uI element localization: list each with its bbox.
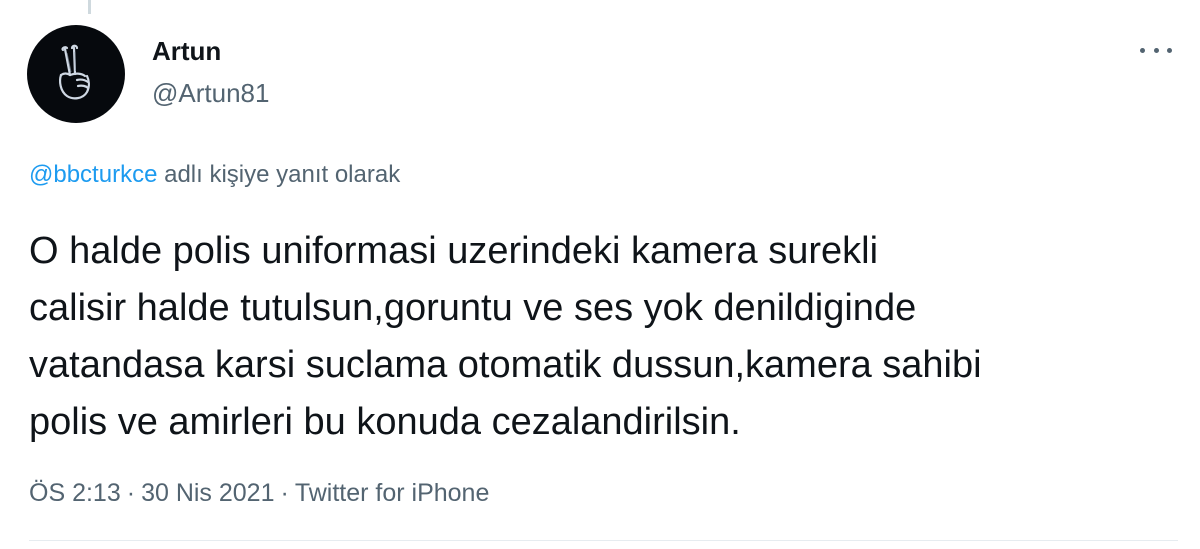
author-display-name[interactable]: Artun [152, 36, 221, 66]
more-dot [1167, 47, 1172, 53]
more-dot [1153, 47, 1159, 53]
reply-mention-link[interactable]: @bbcturkce [29, 161, 157, 188]
reply-context: @bbcturkce adlı kişiye yanıt olarak [29, 160, 400, 190]
more-options-icon[interactable] [1134, 36, 1178, 64]
tweet-date[interactable]: 30 Nis 2021 [141, 479, 274, 507]
avatar[interactable] [27, 25, 125, 123]
tweet-source[interactable]: Twitter for iPhone [295, 479, 490, 507]
thread-connector-line [88, 0, 91, 14]
tweet-text: O halde polis uniformasi uzerindeki kame… [29, 230, 982, 443]
tweet-metadata: ÖS 2:13 · 30 Nis 2021 · Twitter for iPhone [29, 478, 489, 508]
divider [29, 540, 1178, 541]
reply-context-label: adlı kişiye yanıt olarak [157, 161, 401, 188]
author-handle[interactable]: @Artun81 [152, 78, 269, 108]
meta-separator: · [280, 479, 289, 507]
meta-separator: · [126, 479, 136, 507]
more-dot [1140, 47, 1145, 53]
tweet-time[interactable]: ÖS 2:13 [29, 479, 121, 507]
peace-hand-icon [59, 44, 90, 100]
